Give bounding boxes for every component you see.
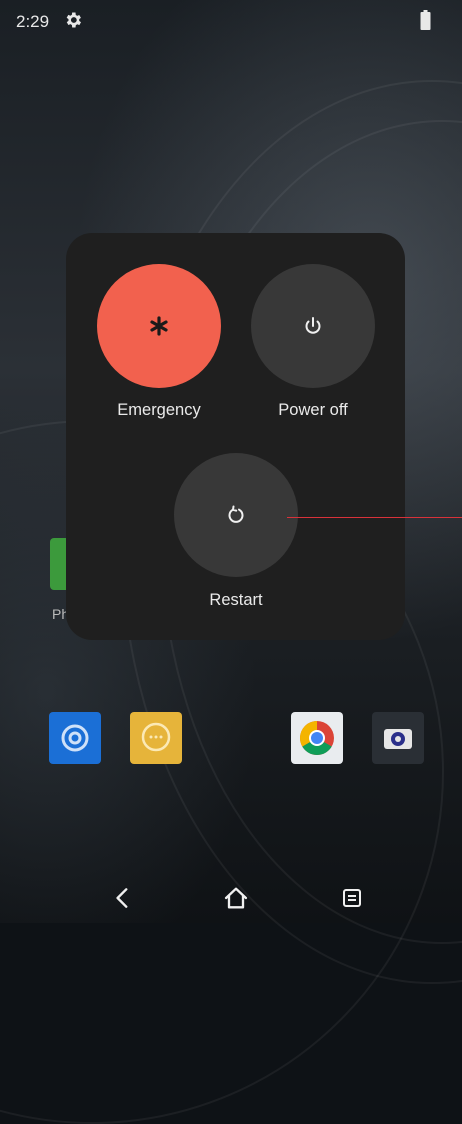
home-button[interactable] bbox=[218, 880, 254, 916]
annotation-pointer-line bbox=[287, 517, 462, 518]
settings-app-icon bbox=[49, 712, 101, 764]
recents-icon bbox=[343, 889, 361, 907]
messages-app-icon bbox=[130, 712, 182, 764]
status-bar: 2:29 bbox=[0, 0, 462, 40]
power-menu: Emergency Power off Restart bbox=[66, 233, 405, 640]
restart-icon bbox=[228, 505, 244, 523]
recents-button[interactable] bbox=[334, 880, 370, 916]
power-off-button[interactable] bbox=[251, 264, 375, 388]
back-icon bbox=[116, 888, 128, 908]
status-time: 2:29 bbox=[16, 12, 50, 31]
chrome-app-icon bbox=[291, 712, 343, 764]
emergency-button[interactable] bbox=[97, 264, 221, 388]
emergency-label: Emergency bbox=[117, 401, 201, 419]
camera-app-icon bbox=[372, 712, 424, 764]
power-off-label: Power off bbox=[278, 401, 348, 419]
battery-icon bbox=[420, 10, 431, 30]
back-button[interactable] bbox=[105, 880, 141, 916]
restart-button[interactable] bbox=[174, 453, 298, 577]
asterisk-icon bbox=[150, 316, 168, 336]
navigation-bar bbox=[0, 870, 462, 923]
restart-label: Restart bbox=[209, 591, 263, 609]
home-icon bbox=[224, 887, 248, 909]
gear-icon bbox=[66, 12, 81, 28]
power-icon bbox=[305, 317, 321, 334]
